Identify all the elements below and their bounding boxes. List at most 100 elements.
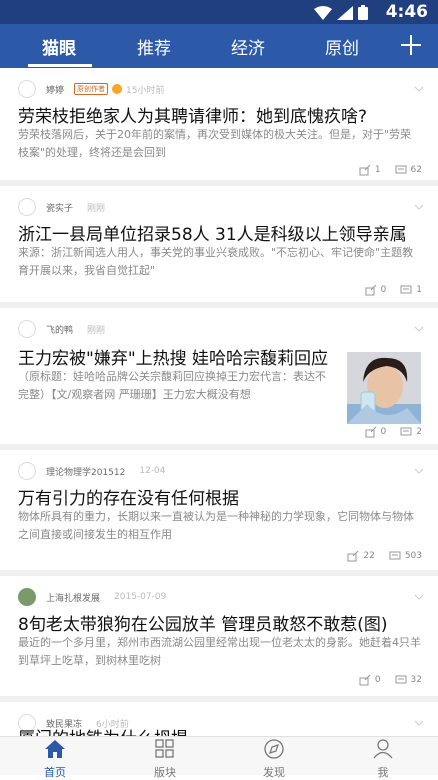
wifi-icon [313,6,332,20]
avatar[interactable] [18,80,36,98]
avatar[interactable] [18,588,36,606]
plus-icon[interactable] [398,32,424,58]
active-tab-indicator [28,64,92,67]
comment-count: 503 [404,551,422,561]
list-item[interactable]: 飞的鸭 刚刚 王力宏被"嫌弃"上热搜 娃哈哈宗馥莉回应 （原标题：娃哈哈品牌公关… [0,308,438,450]
author-name[interactable]: 理论物理学201512 [46,465,125,478]
chevron-down-icon[interactable] [414,592,424,602]
item-title[interactable]: 8旬老太带狼狗在公园放羊 管理员敢怒不敢惹(图) [18,610,387,635]
item-title[interactable]: 王力宏被"嫌弃"上热搜 娃哈哈宗馥莉回应 [18,344,328,369]
item-summary: 物体所具有的重力，长期以来一直被认为是一种神秘的力学现象，它同物体与物体之间直接… [18,510,414,541]
comment-count: 1 [416,285,422,295]
tab-maoyan[interactable]: 猫眼 [42,34,76,59]
item-title[interactable]: 万有引力的存在没有任何根据 [18,484,239,509]
share-stat[interactable]: 1 [359,164,381,176]
crown-icon [112,84,123,94]
chevron-down-icon[interactable] [414,466,424,476]
item-title[interactable]: 厦门的地铁为什么坍塌 [18,724,188,736]
item-thumbnail[interactable] [347,352,421,424]
author-name[interactable]: 瓷实子 [46,201,73,214]
post-time: 刚刚 [87,325,106,336]
home-icon [45,740,65,758]
item-title[interactable]: 劳荣枝拒绝家人为其聘请律师：她到底愧疚啥? [18,102,367,127]
item-summary: 最近的一个多月里，郑州市西流湖公园里经常出现一位老太太的身影。她赶着4只羊到草坪… [18,636,421,667]
tab-home[interactable]: 首页 [25,739,85,780]
chevron-down-icon[interactable] [414,202,424,212]
battery-icon [358,5,368,20]
share-icon [365,284,376,296]
comment-stat[interactable]: 1 [400,284,422,296]
list-item[interactable]: 上海扎根发展 2015-07-09 8旬老太带狼狗在公园放羊 管理员敢怒不敢惹(… [0,576,438,702]
compass-icon [264,739,284,759]
signal-icon [336,6,353,20]
avatar[interactable] [18,198,36,216]
share-stat[interactable]: 0 [365,426,387,438]
post-time: 15小时前 [126,85,165,96]
share-icon [347,550,359,562]
tab-original[interactable]: 原创 [325,34,359,59]
status-icons [313,5,368,24]
chevron-down-icon[interactable] [414,324,424,334]
item-meta: 飞的鸭 刚刚 [18,320,105,338]
comment-count: 2 [416,427,422,437]
list-item[interactable]: 理论物理学201512 12-04 万有引力的存在没有任何根据 物体所具有的重力… [0,450,438,576]
item-meta: 理论物理学201512 12-04 [18,462,166,480]
tab-discover[interactable]: 发现 [244,739,304,780]
share-stat[interactable]: 22 [347,550,375,562]
comment-stat[interactable]: 62 [395,164,422,176]
item-meta: 上海扎根发展 2015-07-09 [18,588,166,606]
comment-icon [395,165,407,174]
share-icon [359,674,371,686]
tab-recommend[interactable]: 推荐 [137,34,171,59]
comment-icon [389,551,401,560]
share-count: 0 [380,427,387,437]
chevron-down-icon[interactable] [414,84,424,94]
share-icon [359,164,371,176]
tab-economy[interactable]: 经济 [231,34,265,59]
tab-label: 首页 [44,766,66,779]
author-name[interactable]: 上海扎根发展 [46,591,100,604]
portrait-image [347,352,421,424]
item-stats: 1 62 [345,164,422,176]
comment-count: 62 [410,165,422,175]
item-title[interactable]: 浙江一县局单位招录58人 31人是科级以上领导亲属 [18,220,407,245]
post-time: 2015-07-09 [114,592,167,602]
avatar[interactable] [18,320,36,338]
tab-label: 发现 [263,766,285,779]
chevron-down-icon[interactable] [414,718,424,728]
user-icon [373,739,393,759]
item-meta: 婷婷 原创作者 15小时前 [18,80,164,98]
share-icon [365,426,376,438]
share-stat[interactable]: 0 [365,284,387,296]
share-count: 0 [380,285,387,295]
item-summary: 来源：浙江新闻选人用人，事关党的事业兴衰成败。"不忘初心、牢记使命"主题教育开展… [18,246,414,277]
comment-stat[interactable]: 32 [395,674,422,686]
share-count: 22 [363,551,375,561]
tab-label: 我 [377,766,389,779]
comment-count: 32 [410,675,422,685]
tab-me[interactable]: 我 [353,739,413,780]
share-stat[interactable]: 0 [359,674,381,686]
comment-stat[interactable]: 503 [389,550,422,562]
item-stats: 0 32 [345,674,422,686]
tab-sections[interactable]: 版块 [135,739,195,780]
post-time: 刚刚 [87,203,106,214]
tab-label: 版块 [154,766,176,779]
list-item[interactable]: 致民果冻 6小时前 厦门的地铁为什么坍塌 [0,702,438,736]
comment-icon [395,675,407,684]
list-item[interactable]: 瓷实子 刚刚 浙江一县局单位招录58人 31人是科级以上领导亲属 来源：浙江新闻… [0,186,438,308]
author-name[interactable]: 飞的鸭 [46,323,73,336]
item-stats: 0 2 [351,426,422,438]
share-count: 0 [374,675,381,685]
avatar[interactable] [18,462,36,480]
list-item[interactable]: 婷婷 原创作者 15小时前 劳荣枝拒绝家人为其聘请律师：她到底愧疚啥? 劳荣枝落… [0,68,438,186]
post-time: 12-04 [139,466,166,476]
author-name[interactable]: 婷婷 [46,83,64,96]
top-nav: 猫眼 推荐 经济 原创 [0,24,438,68]
comment-stat[interactable]: 2 [400,426,422,438]
item-summary: 劳荣枝落网后，关于20年前的案情，再次受到媒体的极大关注。但是，对于"劳荣枝案"… [18,128,412,159]
status-bar: 4:46 [0,0,438,24]
item-meta: 瓷实子 刚刚 [18,198,105,216]
news-feed: 婷婷 原创作者 15小时前 劳荣枝拒绝家人为其聘请律师：她到底愧疚啥? 劳荣枝落… [0,68,438,736]
share-count: 1 [374,165,381,175]
